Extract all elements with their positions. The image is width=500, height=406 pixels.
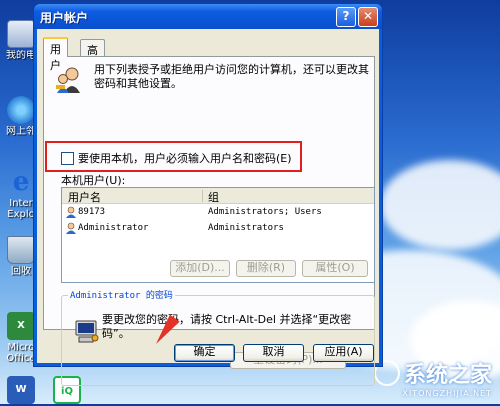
listview-header: 用户名 组 xyxy=(62,188,374,204)
watermark: 系统之家 XITONGZHIJIA.NET xyxy=(373,357,492,398)
dialog-client: 用户 高级 用下列表授予或拒绝用户访问您的计算机，还可以更改其密码和其他设置。 … xyxy=(37,29,379,386)
computer-key-icon xyxy=(75,320,99,343)
ok-button[interactable]: 确定 xyxy=(174,344,235,362)
tab-users[interactable]: 用户 xyxy=(43,37,68,72)
network-icon xyxy=(7,96,35,124)
window-title: 用户帐户 xyxy=(40,11,89,25)
local-users-label: 本机用户(U): xyxy=(61,174,126,187)
require-password-checkbox[interactable]: 要使用本机，用户必须输入用户名和密码(E) xyxy=(61,150,292,165)
excel-icon: X xyxy=(7,312,35,340)
user-accounts-window: 用户帐户 ? ✕ 用户 高级 用下列表授予或拒绝用户访问您的计算机，还可以更改其… xyxy=(33,3,383,386)
table-row[interactable]: Administrator Administrators xyxy=(62,220,374,236)
add-user-button[interactable]: 添加(D)... xyxy=(170,260,230,277)
password-group-title: Administrator 的密码 xyxy=(68,288,175,301)
table-row[interactable]: 89173 Administrators; Users xyxy=(62,204,374,220)
remove-user-button[interactable]: 删除(R) xyxy=(236,260,296,277)
desktop-icon-word[interactable]: W xyxy=(4,376,38,406)
my-computer-icon xyxy=(7,20,35,48)
user-icon xyxy=(66,222,76,234)
description-text: 用下列表授予或拒绝用户访问您的计算机，还可以更改其密码和其他设置。 xyxy=(94,63,369,90)
close-icon: ✕ xyxy=(362,9,374,23)
password-group-text: 要更改您的密码，请按 Ctrl-Alt-Del 并选择“更改密码”。 xyxy=(102,313,352,340)
user-icon xyxy=(66,206,76,218)
question-mark-icon: ? xyxy=(342,9,350,23)
internet-explorer-icon: e xyxy=(12,167,30,197)
tab-panel-users: 用下列表授予或拒绝用户访问您的计算机，还可以更改其密码和其他设置。 要使用本机，… xyxy=(43,56,375,386)
tab-advanced[interactable]: 高级 xyxy=(80,39,105,73)
column-header-username[interactable]: 用户名 xyxy=(62,189,101,205)
properties-button[interactable]: 属性(O) xyxy=(302,260,368,277)
help-button[interactable]: ? xyxy=(336,7,356,27)
title-bar[interactable]: 用户帐户 ? ✕ xyxy=(34,4,382,29)
apply-button[interactable]: 应用(A) xyxy=(313,344,374,362)
checkbox-box[interactable] xyxy=(61,151,74,165)
word-icon: W xyxy=(7,376,35,404)
cancel-button[interactable]: 取消 xyxy=(243,344,304,362)
column-header-group[interactable]: 组 xyxy=(202,189,219,205)
close-button[interactable]: ✕ xyxy=(358,7,378,27)
recycle-bin-icon xyxy=(7,236,35,264)
password-groupbox: Administrator 的密码 要更改您的密码，请按 Ctrl-Alt-De… xyxy=(61,288,375,386)
